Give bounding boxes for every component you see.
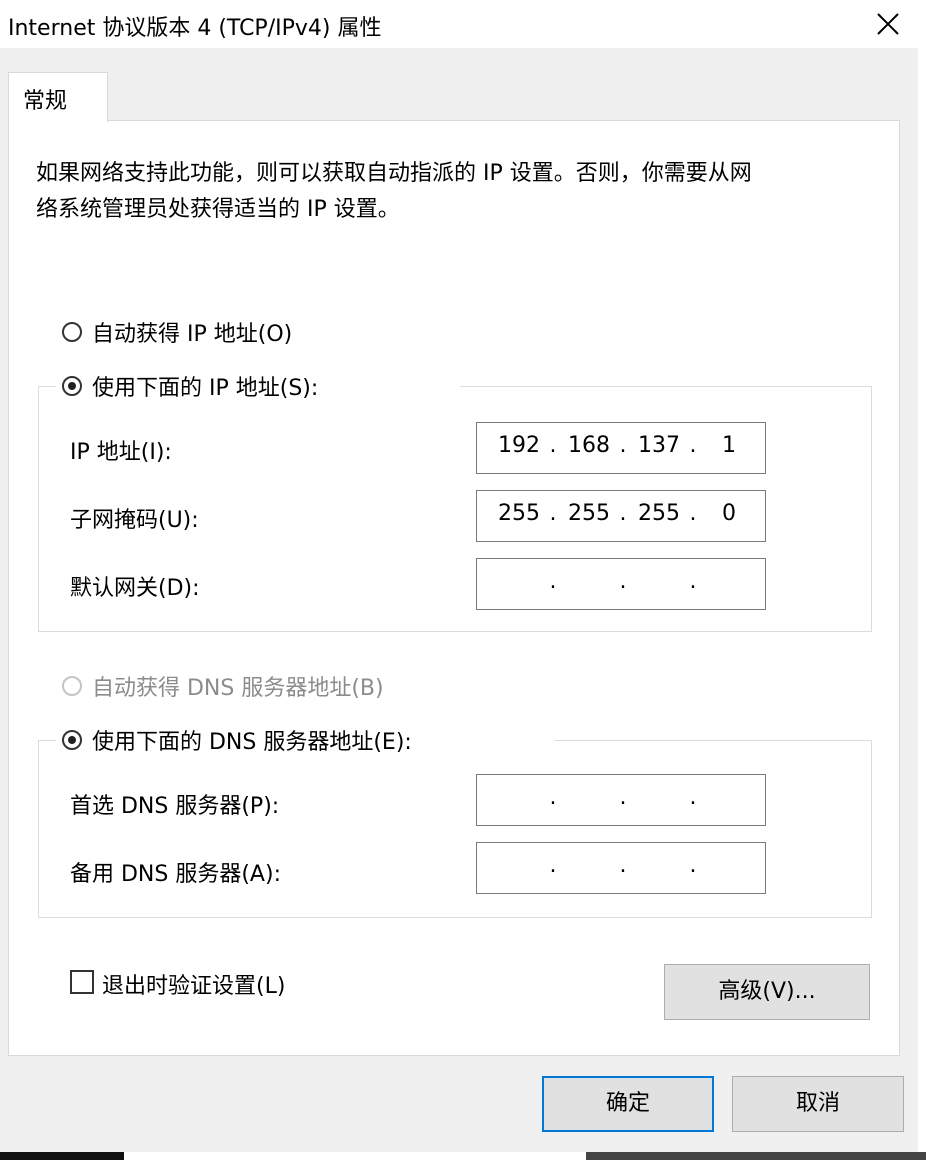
subnet-mask-input[interactable]: 255 . 255 . 255 . 0 [476, 490, 766, 542]
validate-on-exit-label[interactable]: 退出时验证设置(L) [102, 968, 285, 1000]
manual-ip-label[interactable]: 使用下面的 IP 地址(S): [92, 370, 318, 402]
auto-ip-radio[interactable] [62, 322, 82, 342]
tab-general-label: 常规 [23, 89, 68, 114]
default-gateway-input[interactable]: . . . [476, 558, 766, 610]
validate-on-exit-checkbox[interactable] [70, 970, 94, 994]
preferred-dns-input[interactable]: . . . [476, 774, 766, 826]
manual-ip-radio[interactable] [62, 376, 82, 396]
cancel-button[interactable]: 取消 [732, 1076, 904, 1132]
taskbar-edge [0, 1152, 926, 1160]
auto-dns-label[interactable]: 自动获得 DNS 服务器地址(B) [92, 670, 384, 702]
ok-button[interactable]: 确定 [542, 1076, 714, 1132]
advanced-button[interactable]: 高级(V)... [664, 964, 870, 1020]
default-gateway-label: 默认网关(D): [70, 576, 200, 601]
manual-dns-radio[interactable] [62, 730, 82, 750]
manual-dns-label[interactable]: 使用下面的 DNS 服务器地址(E): [92, 724, 412, 756]
auto-ip-label[interactable]: 自动获得 IP 地址(O) [92, 316, 292, 348]
title-bar: Internet 协议版本 4 (TCP/IPv4) 属性 [0, 0, 918, 48]
auto-dns-radio[interactable] [62, 676, 82, 696]
close-button[interactable] [866, 4, 910, 44]
alternate-dns-input[interactable]: . . . [476, 842, 766, 894]
preferred-dns-label: 首选 DNS 服务器(P): [70, 794, 280, 819]
subnet-mask-label: 子网掩码(U): [70, 508, 199, 533]
alternate-dns-label: 备用 DNS 服务器(A): [70, 862, 281, 887]
description-text: 如果网络支持此功能，则可以获取自动指派的 IP 设置。否则，你需要从网 络系统管… [36, 161, 752, 222]
tab-general[interactable]: 常规 [8, 72, 108, 122]
window-edge [918, 0, 926, 1160]
window-title: Internet 协议版本 4 (TCP/IPv4) 属性 [8, 16, 382, 41]
ip-address-input[interactable]: 192 . 168 . 137 . 1 [476, 422, 766, 474]
close-icon [877, 13, 899, 35]
ip-address-label: IP 地址(I): [70, 440, 172, 465]
